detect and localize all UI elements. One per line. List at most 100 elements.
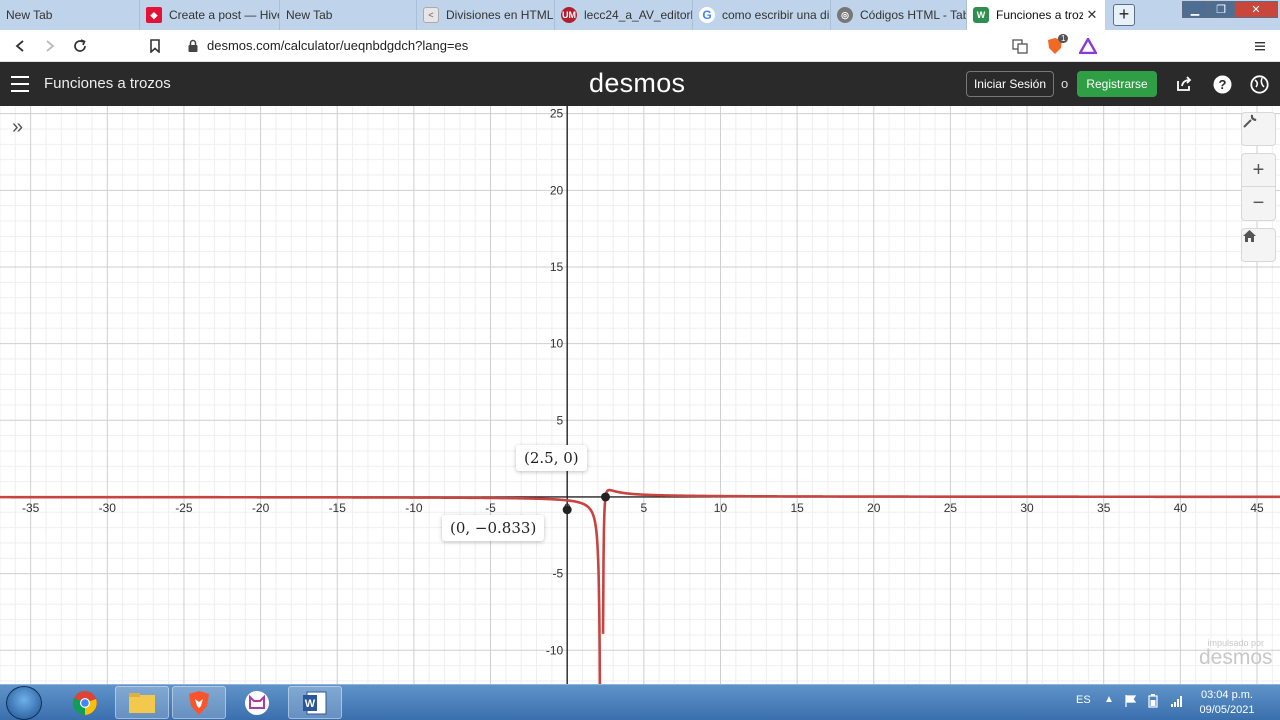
- new-tab-button[interactable]: +: [1113, 4, 1135, 26]
- windows-taskbar: W ES ▲ 03:04 p.m. 09/05/2021: [0, 684, 1280, 720]
- url-field[interactable]: desmos.com/calculator/ueqnbdgdch?lang=es: [207, 38, 468, 53]
- brave-taskbar-icon[interactable]: [172, 686, 226, 719]
- flag-icon[interactable]: [1124, 694, 1138, 713]
- battery-icon[interactable]: [1146, 694, 1160, 713]
- graph-canvas[interactable]: -35-30-25-20-15-10-5051015202530354045-1…: [0, 106, 1280, 684]
- y-tick-label: -10: [546, 643, 564, 657]
- browser-toolbar: desmos.com/calculator/ueqnbdgdch?lang=es…: [0, 30, 1280, 62]
- language-indicator[interactable]: ES: [1076, 694, 1091, 706]
- translate-icon[interactable]: [1010, 36, 1030, 56]
- browser-menu-icon[interactable]: [1250, 36, 1270, 56]
- graph-title[interactable]: Funciones a trozos: [44, 75, 171, 92]
- file-explorer-taskbar-icon[interactable]: [115, 686, 169, 719]
- desmos-header: Funciones a trozos desmos Iniciar Sesión…: [0, 62, 1280, 106]
- x-tick-label: 30: [1020, 501, 1034, 515]
- y-tick-label: 5: [556, 413, 563, 427]
- y-intercept-point: [562, 505, 572, 515]
- brave-rewards-icon[interactable]: [1078, 36, 1098, 56]
- globe-icon: ◎: [837, 7, 853, 23]
- x-tick-label: -25: [175, 501, 193, 515]
- language-globe-icon[interactable]: [1249, 74, 1269, 94]
- x-tick-label: -30: [99, 501, 117, 515]
- tab-label: Códigos HTML - Tab: [860, 8, 966, 22]
- back-icon[interactable]: [10, 36, 30, 56]
- x-tick-label: -15: [329, 501, 347, 515]
- x-tick-label: -35: [22, 501, 40, 515]
- tab-label: New Tab: [286, 8, 333, 22]
- signup-button[interactable]: Registrarse: [1077, 71, 1157, 97]
- shield-count-badge: 1: [1058, 34, 1069, 43]
- y-tick-label: -5: [553, 567, 564, 581]
- clock-date: 09/05/2021: [1199, 704, 1255, 716]
- maximize-button[interactable]: ❐: [1208, 1, 1234, 18]
- root-point: [601, 492, 611, 502]
- minus-icon: −: [1252, 192, 1265, 214]
- x-tick-label: 25: [944, 501, 958, 515]
- or-text: o: [1061, 76, 1069, 91]
- help-icon[interactable]: ?: [1212, 74, 1232, 94]
- chrome-taskbar-icon[interactable]: [58, 686, 112, 719]
- start-button[interactable]: [6, 686, 42, 720]
- tab-label: lecc24_a_AV_editorh: [584, 8, 692, 22]
- x-tick-label: 35: [1097, 501, 1111, 515]
- x-tick-label: 20: [867, 501, 881, 515]
- graph-plot[interactable]: -35-30-25-20-15-10-5051015202530354045-1…: [0, 106, 1280, 684]
- desmos-logo: desmos: [589, 68, 686, 98]
- taskbar-clock[interactable]: 03:04 p.m. 09/05/2021: [1196, 688, 1258, 718]
- tab-lecc24[interactable]: UM lecc24_a_AV_editorh: [555, 0, 693, 30]
- window-close-button[interactable]: ✕: [1234, 1, 1278, 18]
- close-tab-icon[interactable]: ✕: [1083, 7, 1101, 23]
- y-tick-label: 20: [550, 183, 564, 197]
- tab-label: Divisiones en HTML: [446, 8, 554, 22]
- signal-icon[interactable]: [1170, 694, 1184, 713]
- minimize-button[interactable]: ▁: [1182, 1, 1208, 18]
- google-icon: G: [699, 7, 715, 23]
- hive-icon: ◆: [146, 7, 162, 23]
- powered-by-desmos: impulsado por desmos: [1199, 638, 1273, 668]
- brave-shield-icon[interactable]: 1: [1045, 34, 1069, 56]
- tab-codigos[interactable]: ◎ Códigos HTML - Tab: [831, 0, 967, 30]
- svg-text:?: ?: [1218, 77, 1226, 92]
- tab-new-tab-2[interactable]: New Tab: [280, 0, 417, 30]
- login-button[interactable]: Iniciar Sesión: [966, 71, 1054, 97]
- x-tick-label: 15: [790, 501, 804, 515]
- y-tick-label: 10: [550, 337, 564, 351]
- plus-icon: +: [1252, 158, 1265, 181]
- zoom-out-button[interactable]: −: [1241, 187, 1276, 221]
- desmos-icon: W: [973, 7, 989, 23]
- tab-google[interactable]: G como escribir una di: [693, 0, 831, 30]
- home-icon: [1243, 230, 1256, 242]
- reload-icon[interactable]: [70, 36, 90, 56]
- tab-hive[interactable]: ◆ Create a post — Hive: [140, 0, 280, 30]
- x-tick-label: -5: [485, 501, 496, 515]
- um-icon: UM: [561, 7, 577, 23]
- svg-text:W: W: [305, 698, 316, 710]
- page-icon: <: [423, 7, 439, 23]
- tab-divisiones[interactable]: < Divisiones en HTML: [417, 0, 555, 30]
- tab-funciones[interactable]: W Funciones a troz ✕: [967, 0, 1105, 30]
- cat-app-taskbar-icon[interactable]: [230, 686, 284, 719]
- forward-icon[interactable]: [40, 36, 60, 56]
- zoom-in-button[interactable]: +: [1241, 153, 1276, 187]
- x-tick-label: 5: [640, 501, 647, 515]
- default-view-button[interactable]: [1241, 228, 1276, 262]
- share-icon[interactable]: [1174, 74, 1194, 94]
- x-tick-label: -20: [252, 501, 270, 515]
- show-hidden-icons-icon[interactable]: ▲: [1104, 694, 1114, 705]
- lock-icon: [183, 36, 203, 56]
- x-tick-label: 45: [1250, 501, 1264, 515]
- word-taskbar-icon[interactable]: W: [288, 686, 342, 719]
- graph-settings-button[interactable]: [1241, 112, 1276, 146]
- expand-expressions-icon[interactable]: »: [12, 117, 32, 138]
- tab-label: Create a post — Hive: [169, 8, 279, 22]
- tab-label: New Tab: [6, 8, 53, 22]
- tab-new-tab-1[interactable]: New Tab: [0, 0, 140, 30]
- point-label-y-intercept[interactable]: (0, −0.833): [442, 515, 545, 541]
- x-tick-label: 40: [1174, 501, 1188, 515]
- point-label-root[interactable]: (2.5, 0): [516, 445, 587, 471]
- menu-icon[interactable]: [11, 76, 29, 92]
- browser-tab-strip: New Tab ◆ Create a post — Hive New Tab <…: [0, 0, 1280, 30]
- bookmark-icon[interactable]: [145, 36, 165, 56]
- tab-label: Funciones a troz: [996, 8, 1083, 22]
- powered-by-logo: desmos: [1199, 646, 1273, 669]
